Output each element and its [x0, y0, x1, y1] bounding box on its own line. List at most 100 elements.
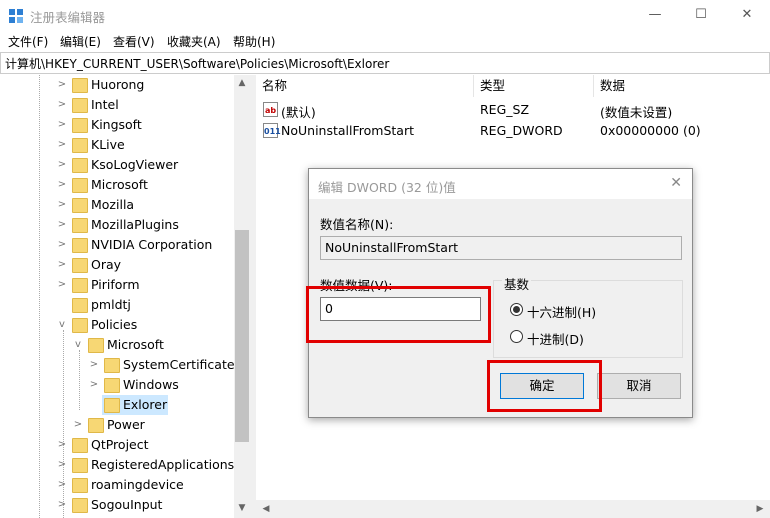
value-type: REG_SZ [480, 102, 530, 117]
expand-arrow-icon[interactable]: > [56, 177, 68, 193]
expand-arrow-icon[interactable]: > [56, 137, 68, 153]
expand-arrow-icon[interactable]: > [56, 497, 68, 513]
tree-item[interactable]: > KsoLogViewer [0, 155, 235, 175]
column-header-name[interactable]: 名称 [256, 75, 474, 97]
scrollbar-thumb[interactable] [235, 230, 249, 442]
tree-item[interactable]: > QtProject [0, 435, 235, 455]
folder-icon [72, 198, 88, 213]
tree-item[interactable]: > Oray [0, 255, 235, 275]
value-type: REG_DWORD [480, 123, 563, 138]
value-row[interactable]: ab (默认) REG_SZ (数值未设置) [256, 100, 770, 120]
tree-scrollbar[interactable]: ▲ ▼ [234, 75, 250, 518]
tree-item[interactable]: > SystemCertificates [0, 355, 241, 375]
folder-icon [104, 398, 120, 413]
expand-arrow-icon[interactable]: > [88, 357, 100, 373]
column-header-type[interactable]: 类型 [474, 75, 594, 97]
expand-arrow-icon[interactable]: > [56, 477, 68, 493]
tree-item-label: Mozilla [91, 197, 135, 212]
column-header-data[interactable]: 数据 [594, 75, 770, 97]
tree-item[interactable]: > Kingsoft [0, 115, 235, 135]
tree-item[interactable]: > Huorong [0, 75, 235, 95]
scroll-left-icon[interactable]: ◀ [258, 501, 274, 517]
tree-item[interactable]: > Piriform [0, 275, 235, 295]
value-name-label: 数值名称(N): [320, 217, 394, 232]
tree-item[interactable]: pmldtj [0, 295, 235, 315]
menu-view[interactable]: 查看(V) [113, 33, 155, 50]
value-data: (数值未设置) [600, 105, 673, 120]
tree-item-label: NVIDIA Corporation [91, 237, 213, 252]
menu-file[interactable]: 文件(F) [8, 33, 48, 50]
tree-item-label: Piriform [91, 277, 140, 292]
tree-item[interactable]: > Intel [0, 95, 235, 115]
folder-icon [72, 138, 88, 153]
expand-arrow-icon[interactable]: > [56, 97, 68, 113]
tree-item[interactable]: v Microsoft [0, 335, 235, 355]
folder-icon [72, 218, 88, 233]
title-bar: 注册表编辑器 — ☐ ✕ [0, 0, 770, 30]
expand-arrow-icon[interactable]: > [56, 457, 68, 473]
expand-arrow-icon[interactable]: > [56, 77, 68, 93]
value-name: (默认) [281, 105, 316, 120]
cancel-button[interactable]: 取消 [597, 373, 681, 399]
collapse-arrow-icon[interactable]: v [56, 317, 68, 333]
expand-arrow-icon[interactable]: > [56, 197, 68, 213]
list-horizontal-scrollbar[interactable]: ◀ ▶ [256, 500, 770, 518]
tree-item[interactable]: > MozillaPlugins [0, 215, 235, 235]
tree-item[interactable]: > Mozilla [0, 195, 235, 215]
tree-item[interactable]: > Microsoft [0, 175, 235, 195]
tree-item-label: Huorong [91, 77, 145, 92]
radio-selected-dot [513, 306, 520, 313]
close-button[interactable]: ✕ [724, 0, 770, 30]
tree-item[interactable]: > Windows [0, 375, 235, 395]
tree-item[interactable]: > Power [0, 415, 235, 435]
dec-radio[interactable] [510, 330, 523, 343]
tree-item[interactable]: v Policies [0, 315, 235, 335]
expand-arrow-icon[interactable]: > [56, 277, 68, 293]
tree-item-label: KLive [91, 137, 125, 152]
tree-item-label: SystemCertificates [123, 357, 242, 372]
expand-arrow-icon[interactable]: > [88, 377, 100, 393]
folder-icon [72, 178, 88, 193]
maximize-button[interactable]: ☐ [678, 0, 724, 30]
scroll-up-icon[interactable]: ▲ [234, 75, 250, 91]
annotation-highlight-data-input [306, 286, 491, 343]
expand-arrow-icon[interactable]: > [56, 437, 68, 453]
tree-item-label: RegisteredApplications [91, 457, 235, 472]
folder-icon [72, 298, 88, 313]
hex-radio[interactable] [510, 303, 523, 316]
scroll-right-icon[interactable]: ▶ [752, 501, 768, 517]
folder-icon [72, 498, 88, 513]
collapse-arrow-icon[interactable]: v [72, 337, 84, 353]
tree-item-label: Oray [91, 257, 122, 272]
expand-arrow-icon[interactable]: > [72, 417, 84, 433]
folder-icon [72, 238, 88, 253]
tree-item[interactable]: > RegisteredApplications [0, 455, 235, 475]
dec-radio-label[interactable]: 十进制(D) [527, 329, 584, 348]
tree-item[interactable]: > SogouInput [0, 495, 235, 515]
address-bar[interactable]: 计算机\HKEY_CURRENT_USER\Software\Policies\… [0, 52, 770, 74]
value-name-field: NoUninstallFromStart [320, 236, 682, 260]
value-name: NoUninstallFromStart [281, 123, 414, 138]
expand-arrow-icon[interactable]: > [56, 237, 68, 253]
tree-item-label: Microsoft [91, 177, 148, 192]
expand-arrow-icon[interactable]: > [56, 117, 68, 133]
tree-item[interactable]: > NVIDIA Corporation [0, 235, 235, 255]
base-group-label: 基数 [502, 274, 532, 293]
tree-item-selected[interactable]: Exlorer [0, 395, 235, 415]
folder-icon [72, 458, 88, 473]
tree-item[interactable]: > KLive [0, 135, 235, 155]
menu-edit[interactable]: 编辑(E) [60, 33, 101, 50]
expand-arrow-icon[interactable]: > [56, 217, 68, 233]
menu-help[interactable]: 帮助(H) [233, 33, 275, 50]
scroll-down-icon[interactable]: ▼ [234, 500, 250, 516]
expand-arrow-icon[interactable]: > [56, 257, 68, 273]
tree-item-label: Kingsoft [91, 117, 142, 132]
value-row[interactable]: 011 NoUninstallFromStart REG_DWORD 0x000… [256, 121, 770, 141]
folder-icon [104, 358, 120, 373]
menu-favorites[interactable]: 收藏夹(A) [167, 33, 221, 50]
hex-radio-label[interactable]: 十六进制(H) [527, 302, 596, 321]
tree-item[interactable]: > roamingdevice [0, 475, 235, 495]
dialog-close-icon[interactable]: ✕ [670, 175, 682, 191]
minimize-button[interactable]: — [632, 0, 678, 30]
expand-arrow-icon[interactable]: > [56, 157, 68, 173]
